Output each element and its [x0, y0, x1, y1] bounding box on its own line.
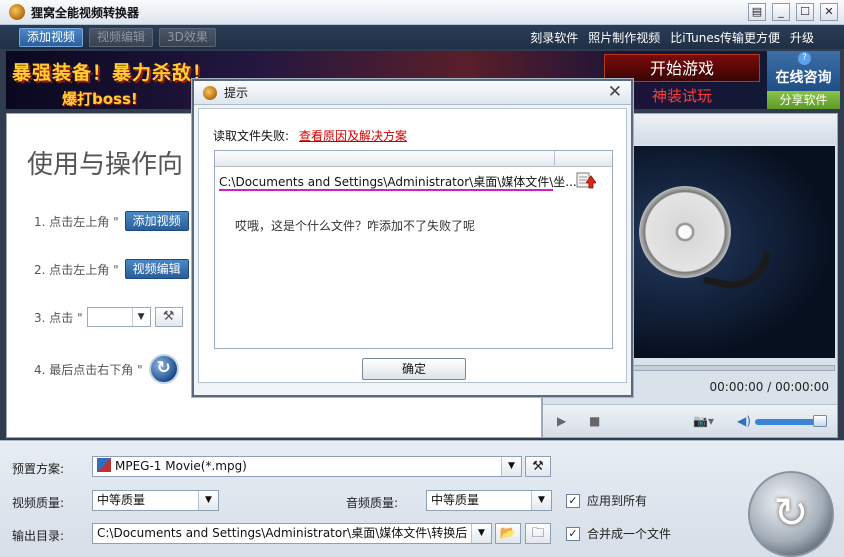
guide-step-2: 2. 点击左上角 " 视频编辑 [34, 259, 189, 279]
output-dir-select[interactable]: C:\Documents and Settings\Administrator\… [92, 523, 492, 544]
browse-folder-icon[interactable]: 📂 [495, 523, 521, 544]
ok-button[interactable]: 确定 [362, 358, 466, 380]
audio-quality-select[interactable]: 中等质量 ▼ [426, 490, 552, 511]
checkmark-icon: ✓ [566, 493, 580, 508]
share-software-button[interactable]: 分享软件 [767, 91, 840, 109]
itunes-alternative-link[interactable]: 比iTunes传输更方便 [670, 29, 780, 46]
guide-preset-select[interactable]: ▼ [86, 307, 151, 327]
guide-step-1: 1. 点击左上角 " 添加视频 [34, 211, 189, 231]
mpeg-format-icon [97, 458, 111, 472]
guide-add-video-button[interactable]: 添加视频 [124, 211, 189, 231]
chevron-down-icon: ▼ [531, 491, 551, 510]
preset-value: MPEG-1 Movie(*.mpg) [115, 459, 247, 473]
error-label: 读取文件失败: [213, 129, 290, 143]
guide-step-2-text: 2. 点击左上角 " [34, 262, 119, 277]
window-title: 狸窝全能视频转换器 [31, 5, 140, 20]
volume-slider-thumb[interactable] [813, 415, 827, 427]
error-message: 哎哦，这是个什么文件？咋添加不了失败了呢 [235, 219, 476, 233]
convert-mini-icon[interactable]: ↻ [148, 354, 179, 384]
failed-files-list: C:\Documents and Settings\Administrator\… [214, 150, 613, 349]
list-header [215, 151, 612, 167]
title-bar: 狸窝全能视频转换器 ▤ _ ☐ ✕ [0, 0, 844, 25]
open-folder-icon[interactable]: 🗀 [525, 523, 551, 544]
chevron-down-icon: ▼ [198, 491, 218, 510]
minimize-icon[interactable]: _ [772, 3, 790, 21]
volume-icon[interactable]: ◀) [737, 414, 751, 428]
dialog-body: 读取文件失败: 查看原因及解决方案 C:\Documents and Setti… [198, 108, 627, 383]
dialog-title-bar: 提示 ✕ [194, 81, 631, 105]
video-edit-button[interactable]: 视频编辑 [89, 27, 154, 47]
preset-select[interactable]: MPEG-1 Movie(*.mpg) ▼ [92, 456, 522, 477]
add-video-button[interactable]: 添加视频 [19, 27, 84, 47]
video-quality-select[interactable]: 中等质量 ▼ [92, 490, 219, 511]
apply-all-label: 应用到所有 [587, 494, 648, 508]
guide-step-4: 4. 最后点击右下角 " ↻ [34, 354, 179, 384]
guide-step-3: 3. 点击 " ▼ ⚒ [34, 307, 183, 327]
video-quality-value: 中等质量 [97, 493, 146, 507]
close-icon[interactable]: ✕ [820, 3, 838, 21]
close-icon[interactable]: ✕ [608, 82, 622, 102]
window-controls: ▤ _ ☐ ✕ [748, 3, 838, 21]
app-logo-icon [203, 85, 217, 100]
settings-panel: 预置方案: MPEG-1 Movie(*.mpg) ▼ ⚒ 视频质量: 中等质量… [0, 440, 844, 557]
dialog-title: 提示 [224, 86, 249, 100]
time-display: 00:00:00 / 00:00:00 [709, 380, 829, 394]
chevron-down-icon: ▼ [501, 457, 521, 476]
convert-button[interactable]: ↻ [748, 471, 834, 557]
player-controls: ▶ ■ 📷▾ ◀) [543, 404, 837, 437]
start-game-button[interactable]: 开始游戏 [604, 54, 760, 82]
camera-icon[interactable]: 📷▾ [693, 414, 714, 428]
film-strip-icon [703, 240, 771, 296]
audio-quality-label: 音频质量: [346, 496, 399, 510]
maximize-icon[interactable]: ☐ [796, 3, 814, 21]
3d-effect-button[interactable]: 3D效果 [159, 27, 216, 47]
checkmark-icon: ✓ [566, 526, 580, 541]
banner-subline: 爆打boss! [62, 90, 138, 108]
play-icon[interactable]: ▶ [557, 414, 566, 428]
toolbar: 添加视频 视频编辑 3D效果 刻录软件 照片制作视频 比iTunes传输更方便 … [0, 25, 844, 49]
chevron-down-icon: ▼ [131, 308, 150, 326]
guide-step-4-text: 4. 最后点击右下角 " [34, 362, 143, 377]
guide-step-1-text: 1. 点击左上角 " [34, 214, 119, 229]
preset-settings-icon[interactable]: ⚒ [525, 456, 551, 477]
failed-file-path[interactable]: C:\Documents and Settings\Administrator\… [219, 173, 577, 190]
output-dir-label: 输出目录: [12, 529, 65, 543]
audio-quality-value: 中等质量 [431, 493, 480, 507]
preset-label: 预置方案: [12, 462, 65, 476]
output-dir-value: C:\Documents and Settings\Administrator\… [97, 526, 468, 540]
error-dialog: 提示 ✕ 读取文件失败: 查看原因及解决方案 C:\Documents and … [192, 79, 633, 397]
video-quality-label: 视频质量: [12, 496, 65, 510]
app-logo-icon [9, 4, 25, 20]
menu-icon[interactable]: ▤ [748, 3, 766, 21]
photo-video-link[interactable]: 照片制作视频 [588, 29, 660, 46]
merge-label: 合并成一个文件 [587, 527, 672, 541]
banner-headline: 暴强装备！暴力杀敌！ [12, 62, 213, 84]
help-icon[interactable]: ? [798, 52, 811, 65]
stop-icon[interactable]: ■ [589, 414, 600, 428]
toolbar-links: 刻录软件 照片制作视频 比iTunes传输更方便 升级 [530, 29, 814, 46]
tools-icon[interactable]: ⚒ [154, 307, 183, 327]
solution-link[interactable]: 查看原因及解决方案 [299, 127, 407, 144]
guide-step-3-text: 3. 点击 " [34, 310, 83, 325]
error-report-icon[interactable] [576, 171, 596, 189]
upgrade-link[interactable]: 升级 [790, 29, 814, 46]
guide-title: 使用与操作向 [27, 150, 184, 180]
chevron-down-icon: ▼ [471, 524, 491, 543]
merge-files-checkbox[interactable]: ✓ 合并成一个文件 [566, 525, 671, 542]
guide-video-edit-button[interactable]: 视频编辑 [124, 259, 189, 279]
burn-software-link[interactable]: 刻录软件 [530, 29, 578, 46]
apply-all-checkbox[interactable]: ✓ 应用到所有 [566, 492, 647, 509]
